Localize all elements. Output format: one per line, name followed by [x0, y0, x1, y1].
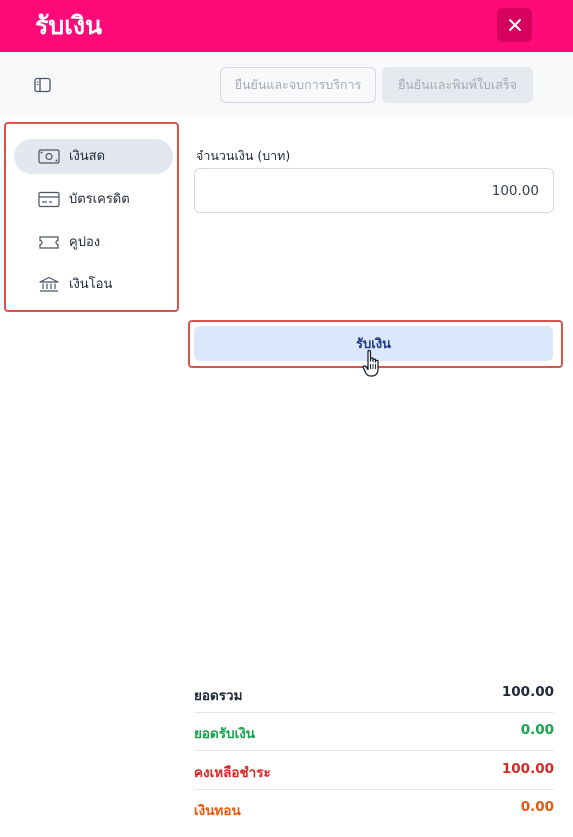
- summary-value: 100.00: [501, 761, 554, 777]
- bank-icon: [39, 276, 59, 292]
- summary-value: 0.00: [520, 722, 554, 738]
- payment-method-label: คูปอง: [69, 235, 101, 250]
- summary-divider: [194, 712, 554, 713]
- payment-method-label: เงินสด: [69, 149, 106, 164]
- payment-method-credit-card[interactable]: บัตรเครดิต: [14, 182, 173, 217]
- summary-label: ยอดรับเงิน: [194, 726, 256, 742]
- summary-row-change: เงินทอน 0.00: [194, 799, 554, 837]
- payment-method-label: บัตรเครดิต: [69, 192, 130, 207]
- confirm-print-receipt-button[interactable]: ยืนยันและพิมพ์ใบเสร็จ: [382, 67, 533, 103]
- cash-icon: [38, 149, 60, 164]
- summary-divider: [194, 789, 554, 790]
- summary-row-received: ยอดรับเงิน 0.00: [194, 722, 554, 760]
- payment-method-cash[interactable]: เงินสด: [14, 139, 173, 174]
- dialog-header: รับเงิน: [0, 0, 573, 52]
- amount-input[interactable]: [194, 168, 554, 213]
- close-icon: [508, 19, 521, 31]
- hand-cursor-icon: [362, 349, 379, 377]
- payment-method-coupon[interactable]: คูปอง: [14, 225, 173, 260]
- summary-label: เงินทอน: [194, 803, 241, 819]
- payment-method-label: เงินโอน: [69, 277, 113, 292]
- coupon-icon: [39, 236, 59, 249]
- credit-card-icon: [38, 191, 60, 208]
- summary-label: ยอดรวม: [194, 688, 243, 704]
- summary-label: คงเหลือชำระ: [194, 765, 271, 781]
- summary-divider: [194, 750, 554, 751]
- payment-method-bank-transfer[interactable]: เงินโอน: [14, 267, 173, 302]
- summary-value: 100.00: [501, 684, 554, 700]
- sidebar-toggle-icon[interactable]: [34, 77, 51, 93]
- summary-row-total: ยอดรวม 100.00: [194, 684, 554, 722]
- amount-label: จำนวนเงิน (บาท): [196, 148, 291, 163]
- dialog-title: รับเงิน: [35, 11, 103, 40]
- confirm-end-service-button[interactable]: ยืนยันและจบการบริการ: [220, 67, 376, 103]
- summary-row-outstanding: คงเหลือชำระ 100.00: [194, 761, 554, 799]
- close-button[interactable]: [497, 8, 532, 42]
- summary-value: 0.00: [520, 799, 554, 815]
